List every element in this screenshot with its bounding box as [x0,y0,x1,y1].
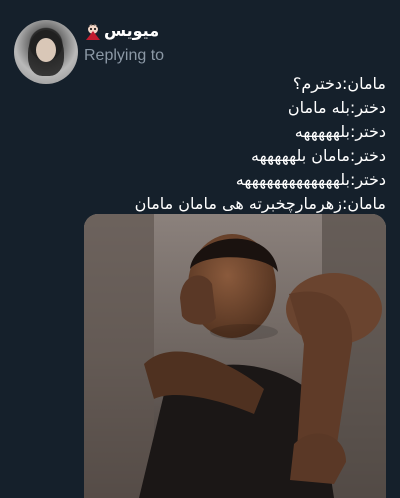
vampire-emoji-icon [84,22,102,40]
tweet-media-image[interactable] [84,214,386,498]
tweet-line-4: دختر:مامان بلهههههه [251,146,386,165]
replying-to-label: Replying to [84,47,165,64]
tweet-line-6: مامان:زهرمارچخبرته هی مامان مامان [134,194,386,213]
tweet-text: مامان:دخترم؟ دختر:بله مامان دختر:بلههههه… [86,72,386,216]
tweet-line-1: مامان:دخترم؟ [292,74,386,93]
tweet-card[interactable]: میویس Replying to مامان:دخترم؟ دختر:بله … [0,0,400,498]
display-name[interactable]: میویس [104,20,159,42]
tweet-header: میویس [84,20,386,44]
tweet-line-5: دختر:بلهههههههههههههه [235,170,386,189]
tweet-line-3: دختر:بلهههههه [294,122,386,141]
avatar[interactable] [14,20,78,84]
tweet-line-2: دختر:بله مامان [287,98,386,117]
avatar-face [36,38,56,62]
media-illustration [84,214,386,498]
